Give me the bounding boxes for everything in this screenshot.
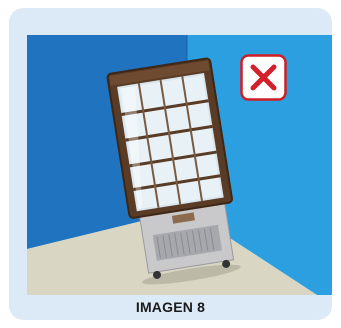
- image-caption: IMAGEN 8: [135, 299, 206, 315]
- red-x-icon: [240, 54, 287, 101]
- image-card: IMAGEN 8: [9, 8, 332, 320]
